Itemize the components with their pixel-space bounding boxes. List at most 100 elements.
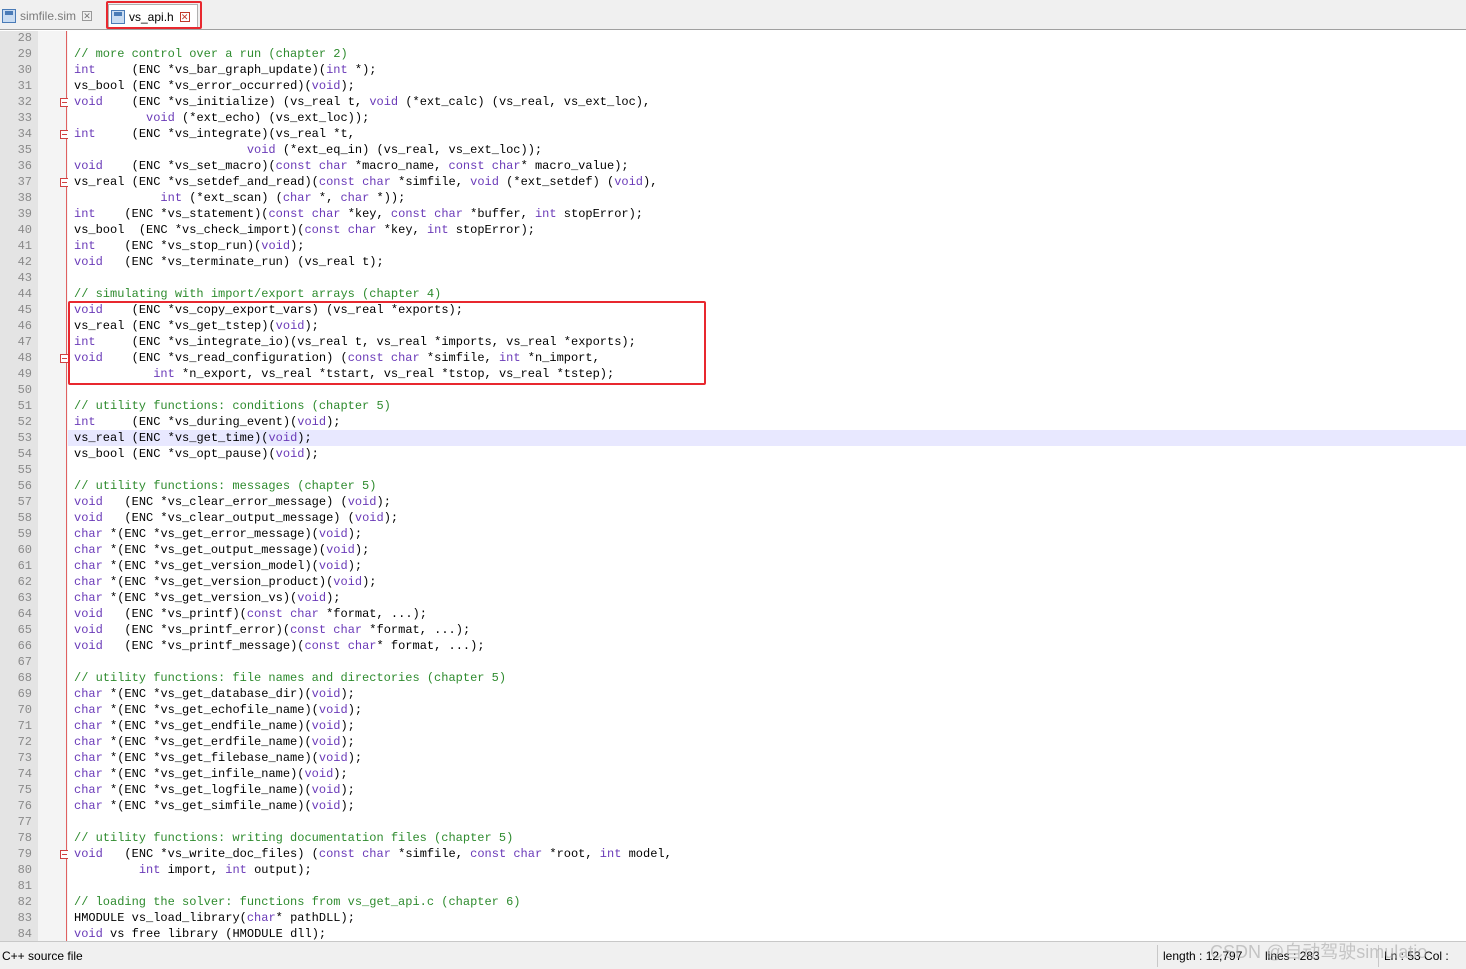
line-number: 73 <box>17 751 32 765</box>
code-line[interactable]: int (ENC *vs_during_event)(void); <box>74 414 341 430</box>
fold-margin <box>38 31 68 941</box>
code-line[interactable]: int import, int output); <box>74 862 312 878</box>
floppy-disk-icon <box>2 9 16 23</box>
code-editor[interactable]: // more control over a run (chapter 2) in… <box>68 31 1466 941</box>
code-line[interactable]: char *(ENC *vs_get_logfile_name)(void); <box>74 782 355 798</box>
line-number: 33 <box>17 111 32 125</box>
close-icon[interactable]: ✕ <box>82 11 92 21</box>
line-number: 58 <box>17 511 32 525</box>
code-line[interactable]: char *(ENC *vs_get_version_product)(void… <box>74 574 377 590</box>
code-line[interactable]: void (*ext_eq_in) (vs_real, vs_ext_loc))… <box>74 142 542 158</box>
line-number: 80 <box>17 863 32 877</box>
line-number: 65 <box>17 623 32 637</box>
line-number: 83 <box>17 911 32 925</box>
line-number: 32 <box>17 95 32 109</box>
line-number: 39 <box>17 207 32 221</box>
code-line[interactable]: vs_bool (ENC *vs_error_occurred)(void); <box>74 78 355 94</box>
tab-label: simfile.sim <box>20 9 76 23</box>
code-line[interactable]: char *(ENC *vs_get_output_message)(void)… <box>74 542 369 558</box>
line-number: 68 <box>17 671 32 685</box>
fold-toggle-icon[interactable] <box>60 850 68 859</box>
code-line[interactable]: int (ENC *vs_stop_run)(void); <box>74 238 304 254</box>
code-line[interactable]: void (ENC *vs_clear_error_message) (void… <box>74 494 391 510</box>
code-line[interactable]: // utility functions: file names and dir… <box>74 670 506 686</box>
line-number: 29 <box>17 47 32 61</box>
code-line[interactable]: char *(ENC *vs_get_error_message)(void); <box>74 526 362 542</box>
code-line[interactable]: char *(ENC *vs_get_filebase_name)(void); <box>74 750 362 766</box>
line-number: 50 <box>17 383 32 397</box>
code-line[interactable]: void vs free library (HMODULE dll); <box>74 926 326 941</box>
code-line[interactable]: // utility functions: writing documentat… <box>74 830 513 846</box>
line-number: 61 <box>17 559 32 573</box>
line-number: 59 <box>17 527 32 541</box>
line-number: 70 <box>17 703 32 717</box>
code-line[interactable]: char *(ENC *vs_get_endfile_name)(void); <box>74 718 355 734</box>
code-line[interactable]: char *(ENC *vs_get_version_vs)(void); <box>74 590 340 606</box>
code-line[interactable]: void (ENC *vs_write_doc_files) (const ch… <box>74 846 672 862</box>
code-line[interactable]: int (ENC *vs_integrate)(vs_real *t, <box>74 126 355 142</box>
line-number: 53 <box>17 431 32 445</box>
line-number: 74 <box>17 767 32 781</box>
code-line[interactable]: char *(ENC *vs_get_database_dir)(void); <box>74 686 355 702</box>
code-line[interactable]: void (*ext_echo) (vs_ext_loc)); <box>74 110 369 126</box>
code-line[interactable]: void (ENC *vs_printf_error)(const char *… <box>74 622 470 638</box>
line-number: 46 <box>17 319 32 333</box>
code-line[interactable]: void (ENC *vs_terminate_run) (vs_real t)… <box>74 254 384 270</box>
line-number: 64 <box>17 607 32 621</box>
line-number: 47 <box>17 335 32 349</box>
fold-toggle-icon[interactable] <box>60 178 68 187</box>
line-number: 30 <box>17 63 32 77</box>
code-line[interactable]: // utility functions: messages (chapter … <box>74 478 376 494</box>
code-line[interactable]: void (ENC *vs_set_macro)(const char *mac… <box>74 158 629 174</box>
code-line[interactable]: int (*ext_scan) (char *, char *)); <box>74 190 405 206</box>
line-number: 40 <box>17 223 32 237</box>
code-line[interactable]: void (ENC *vs_initialize) (vs_real t, vo… <box>74 94 650 110</box>
code-line[interactable]: // more control over a run (chapter 2) <box>74 46 348 62</box>
line-number: 44 <box>17 287 32 301</box>
annotation-box-tab <box>106 1 202 29</box>
line-number: 79 <box>17 847 32 861</box>
code-line[interactable]: vs_bool (ENC *vs_opt_pause)(void); <box>74 446 319 462</box>
code-line[interactable]: // utility functions: conditions (chapte… <box>74 398 391 414</box>
line-number: 49 <box>17 367 32 381</box>
line-number: 54 <box>17 447 32 461</box>
line-number: 71 <box>17 719 32 733</box>
line-number: 78 <box>17 831 32 845</box>
line-number: 43 <box>17 271 32 285</box>
line-number: 67 <box>17 655 32 669</box>
line-number: 52 <box>17 415 32 429</box>
line-number: 55 <box>17 463 32 477</box>
line-number-gutter: 28 29 30 31 32 33 34 35 36 37 38 39 40 41 42 43 44 45 46 47… <box>0 31 38 941</box>
code-line[interactable]: char *(ENC *vs_get_simfile_name)(void); <box>74 798 355 814</box>
line-number: 63 <box>17 591 32 605</box>
code-line[interactable]: char *(ENC *vs_get_infile_name)(void); <box>74 766 348 782</box>
code-line[interactable]: void (ENC *vs_clear_output_message) (voi… <box>74 510 398 526</box>
line-number: 84 <box>17 927 32 941</box>
line-number: 34 <box>17 127 32 141</box>
fold-toggle-icon[interactable] <box>60 98 68 107</box>
line-number: 41 <box>17 239 32 253</box>
code-line[interactable]: vs_real (ENC *vs_setdef_and_read)(const … <box>74 174 657 190</box>
code-line[interactable]: vs_bool (ENC *vs_check_import)(const cha… <box>74 222 535 238</box>
code-line[interactable]: // simulating with import/export arrays … <box>74 286 441 302</box>
code-line[interactable]: int (ENC *vs_bar_graph_update)(int *); <box>74 62 377 78</box>
line-number: 51 <box>17 399 32 413</box>
fold-toggle-icon[interactable] <box>60 354 68 363</box>
code-line[interactable]: void (ENC *vs_printf_message)(const char… <box>74 638 485 654</box>
code-line[interactable]: char *(ENC *vs_get_erdfile_name)(void); <box>74 734 355 750</box>
code-line[interactable]: void (ENC *vs_printf)(const char *format… <box>74 606 427 622</box>
code-line[interactable]: char *(ENC *vs_get_echofile_name)(void); <box>74 702 362 718</box>
line-number: 76 <box>17 799 32 813</box>
line-number: 69 <box>17 687 32 701</box>
current-code-line[interactable]: vs_real (ENC *vs_get_time)(void); <box>68 430 1466 446</box>
line-number: 35 <box>17 143 32 157</box>
line-number: 66 <box>17 639 32 653</box>
tab-simfile[interactable]: simfile.sim ✕ <box>2 4 104 28</box>
line-number: 77 <box>17 815 32 829</box>
code-line[interactable]: // loading the solver: functions from vs… <box>74 894 520 910</box>
code-line[interactable]: HMODULE vs_load_library(char* pathDLL); <box>74 910 355 926</box>
fold-toggle-icon[interactable] <box>60 130 68 139</box>
line-number: 60 <box>17 543 32 557</box>
code-line[interactable]: int (ENC *vs_statement)(const char *key,… <box>74 206 643 222</box>
code-line[interactable]: char *(ENC *vs_get_version_model)(void); <box>74 558 362 574</box>
